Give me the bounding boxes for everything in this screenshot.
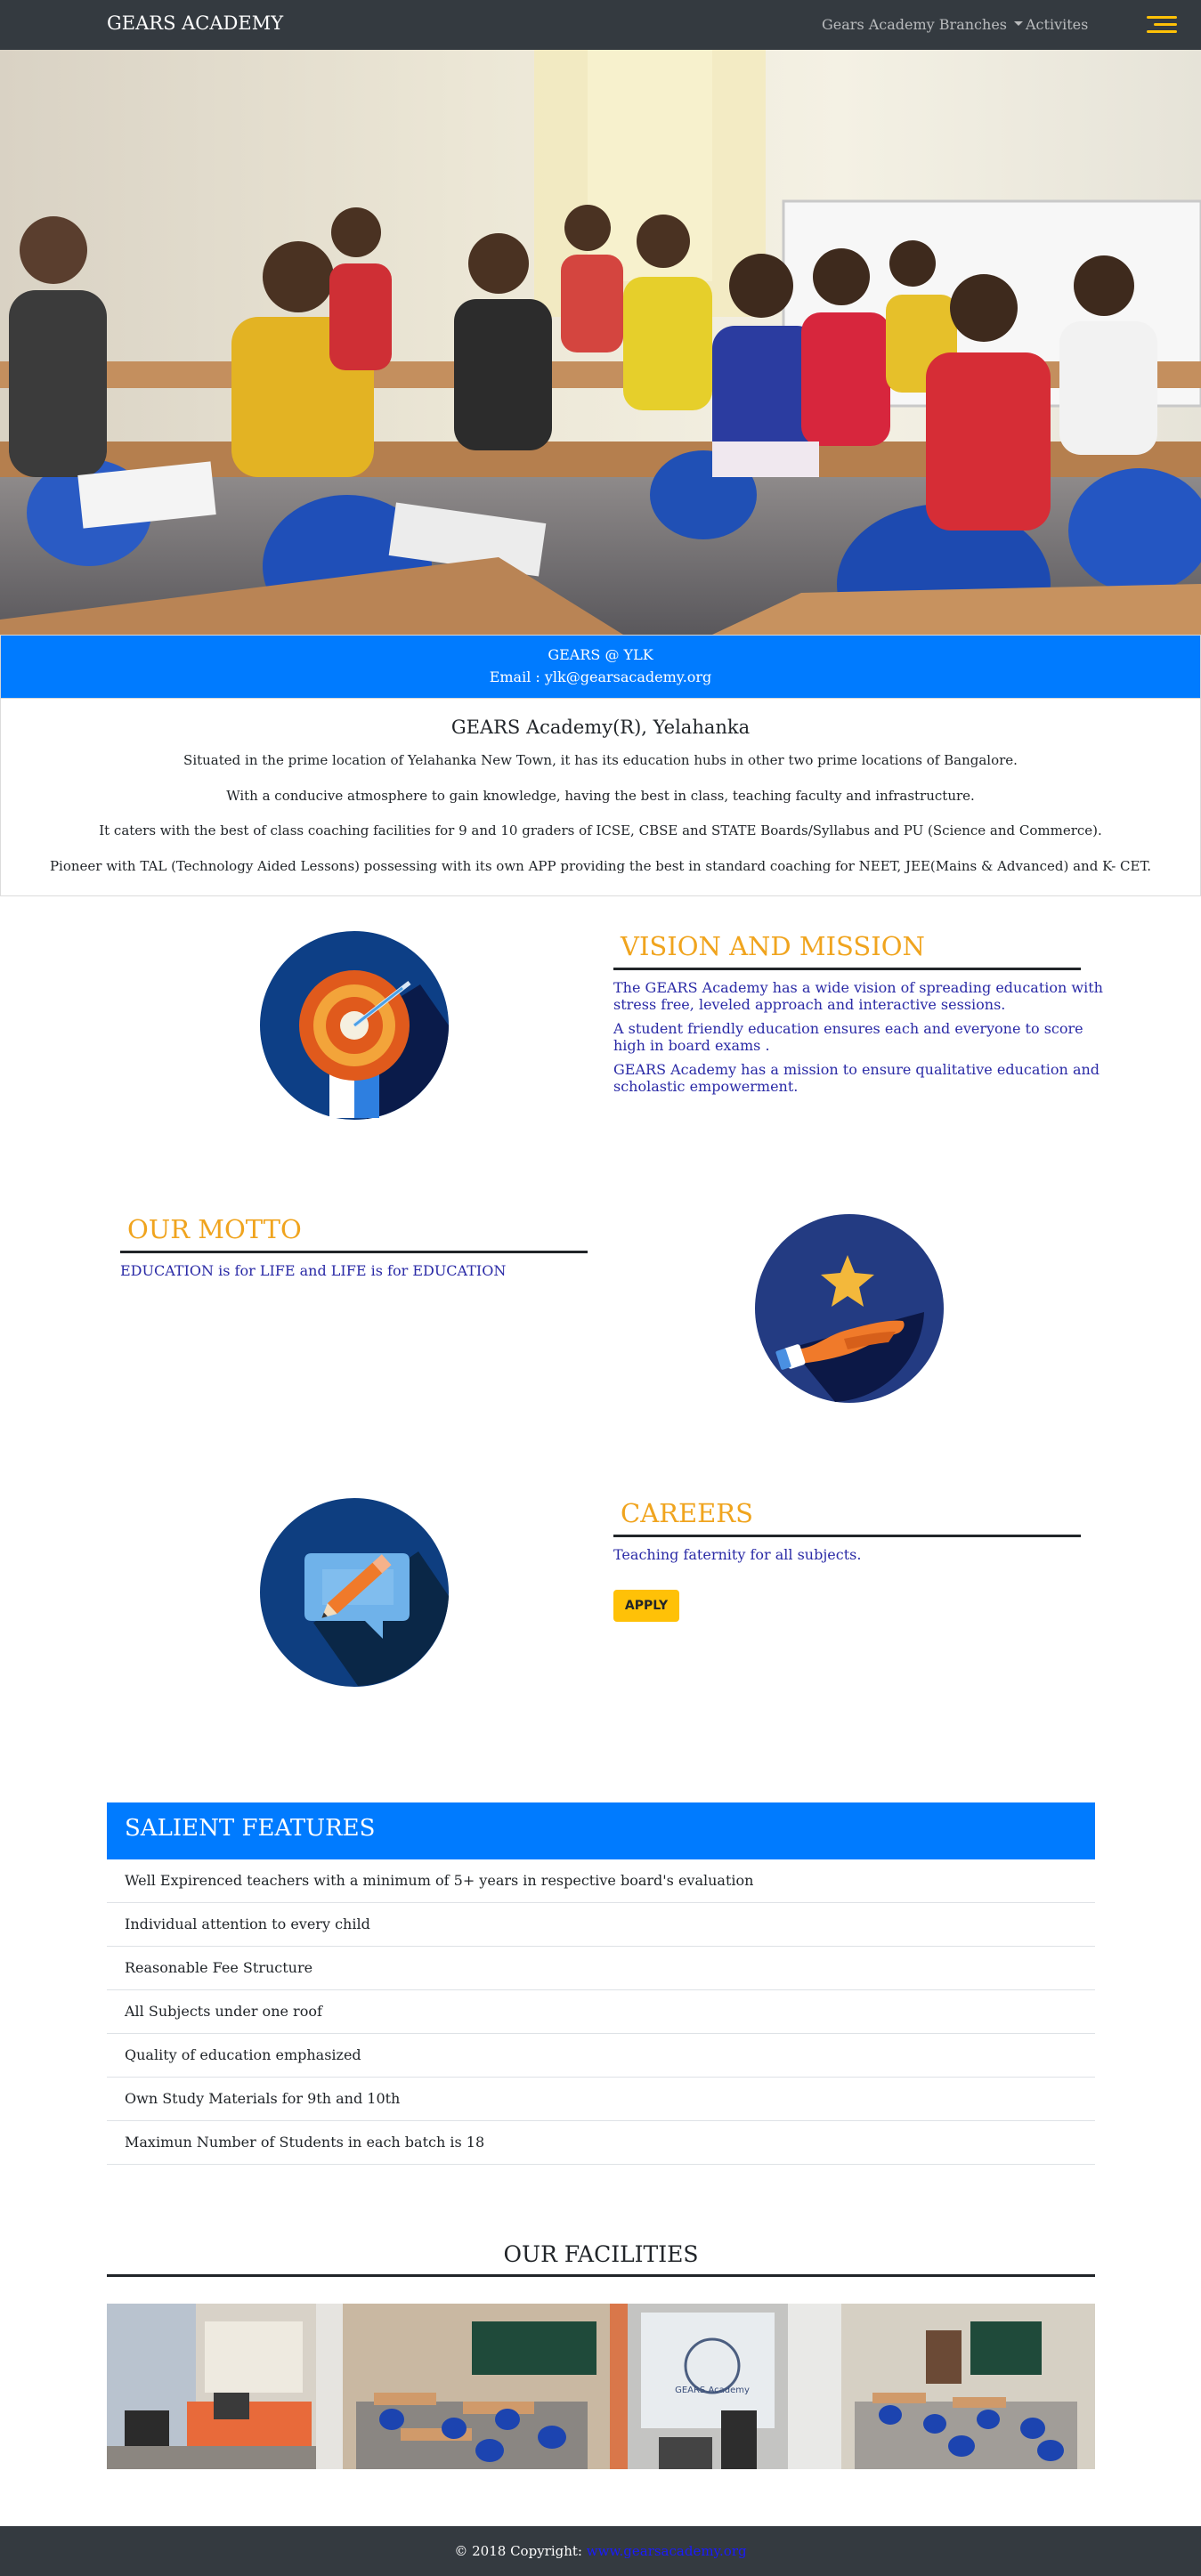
facility-sign-text: GEARS Academy [675, 2386, 750, 2395]
vision-text: A student friendly education ensures eac… [613, 1020, 1083, 1037]
vision-text: GEARS Academy has a mission to ensure qu… [613, 1061, 1100, 1078]
brand-logo-text[interactable]: GEARS ACADEMY [107, 12, 283, 34]
nav-branches-dropdown[interactable]: Gears Academy Branches [822, 16, 1023, 33]
navbar: GEARS ACADEMY Gears Academy Branches Act… [0, 0, 1201, 50]
careers-title: CAREERS [613, 1493, 1081, 1537]
vision-text: high in board exams . [613, 1037, 770, 1054]
motto-text: EDUCATION is for LIFE and LIFE is for ED… [120, 1262, 507, 1279]
branch-email[interactable]: Email : ylk@gearsacademy.org [1, 668, 1200, 685]
about-card: GEARS Academy(R), Yelahanka Situated in … [0, 699, 1201, 896]
caret-down-icon [1014, 21, 1023, 26]
facilities-photo-strip: GEARS Academy [107, 2304, 1095, 2469]
branch-contact-bar: GEARS @ YLK Email : ylk@gearsacademy.org [0, 635, 1201, 699]
feature-item: Reasonable Fee Structure [107, 1947, 1095, 1990]
feature-item: Individual attention to every child [107, 1903, 1095, 1947]
vision-title: VISION AND MISSION [613, 926, 1081, 970]
about-paragraph: Situated in the prime location of Yelaha… [183, 752, 1018, 768]
footer-copyright: © 2018 Copyright: [454, 2543, 582, 2559]
motto-title: OUR MOTTO [120, 1209, 588, 1253]
feature-item: Own Study Materials for 9th and 10th [107, 2078, 1095, 2121]
facilities-title: OUR FACILITIES [107, 2241, 1095, 2277]
footer-link[interactable]: www.gearsacademy.org [587, 2543, 747, 2559]
about-title: GEARS Academy(R), Yelahanka [450, 717, 751, 738]
nav-branches-label: Gears Academy Branches [822, 16, 1007, 33]
nav-activities-link[interactable]: Activites [1026, 16, 1088, 33]
menu-toggle-icon[interactable] [1147, 14, 1177, 36]
target-icon [260, 931, 449, 1120]
star-in-hand-icon [755, 1214, 944, 1403]
feature-item: Maximun Number of Students in each batch… [107, 2121, 1095, 2165]
careers-text: Teaching faternity for all subjects. [613, 1546, 862, 1563]
features-header: SALIENT FEATURES [107, 1802, 1095, 1859]
about-paragraph: Pioneer with TAL (Technology Aided Lesso… [49, 858, 1152, 874]
footer: © 2018 Copyright: www.gearsacademy.org [0, 2526, 1201, 2576]
about-paragraph: It caters with the best of class coachin… [99, 822, 1102, 838]
feature-item: All Subjects under one roof [107, 1990, 1095, 2034]
vision-text: The GEARS Academy has a wide vision of s… [613, 979, 1103, 996]
chat-pencil-icon [260, 1498, 449, 1687]
vision-text: stress free, leveled approach and intera… [613, 996, 1006, 1013]
vision-text: scholastic empowerment. [613, 1078, 799, 1095]
hero-classroom-image [0, 50, 1201, 635]
branch-name: GEARS @ YLK [548, 646, 653, 663]
about-paragraph: With a conducive atmosphere to gain know… [226, 788, 975, 804]
apply-button[interactable]: APPLY [613, 1590, 679, 1622]
feature-item: Quality of education emphasized [107, 2034, 1095, 2078]
feature-item: Well Expirenced teachers with a minimum … [107, 1859, 1095, 1903]
